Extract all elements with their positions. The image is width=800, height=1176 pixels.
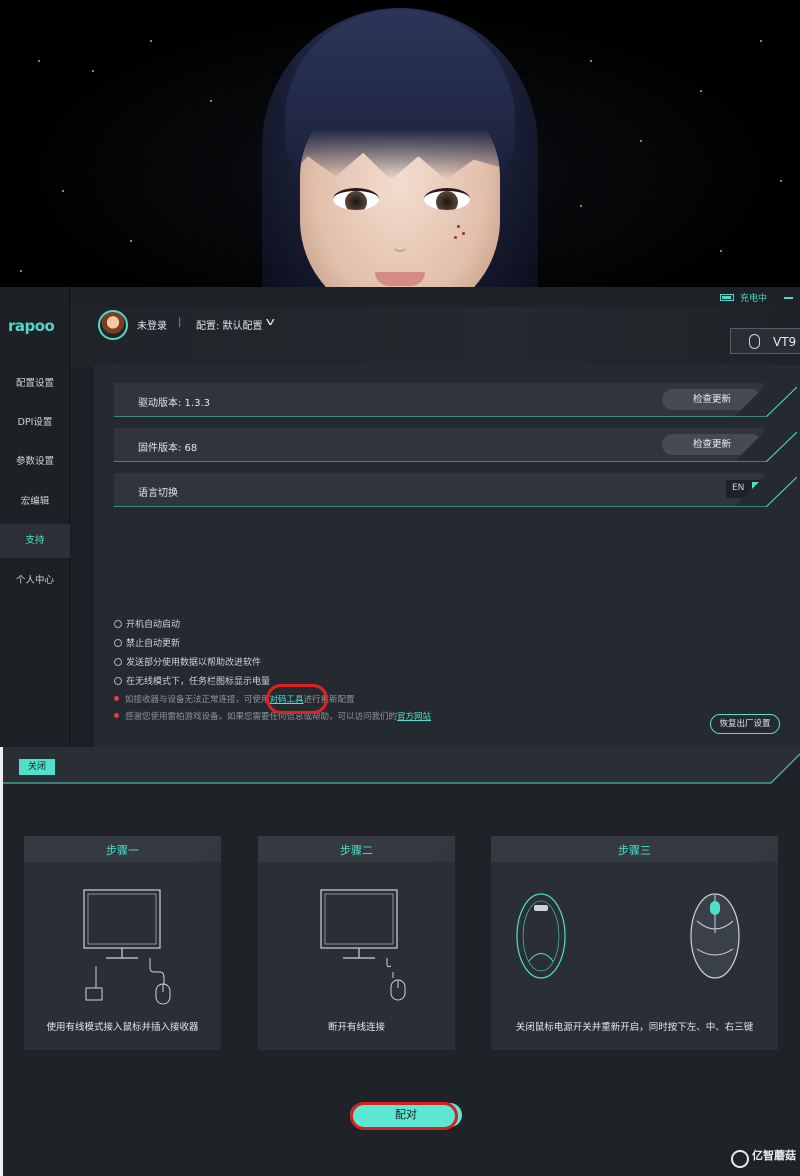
radio-icon[interactable] [114,677,122,685]
option-disable-update[interactable]: 禁止自动更新 [114,636,180,649]
language-label: 语言切换 [138,488,178,499]
check-update-driver-button[interactable]: 检查更新 [662,389,762,410]
check-update-firmware-button[interactable]: 检查更新 [662,434,762,455]
lang-en-option[interactable]: EN [732,483,744,493]
device-tag[interactable]: VT9 [730,328,800,354]
option-battery-in-taskbar[interactable]: 在无线模式下，任务栏图标显示电量 [114,674,270,687]
step-description: 使用有线模式接入鼠标并插入接收器 [46,1022,199,1033]
battery-icon [720,294,734,301]
support-panel: 驱动版本: 1.3.3 检查更新 固件版本: 68 检查更新 语言切换 EN 中… [94,365,800,747]
mouse-icon [749,334,760,349]
hero-portrait-image [0,0,800,287]
firmware-version: 固件版本: 68 [138,443,198,454]
title-bar: 充电中 [0,287,800,307]
step-title: 步骤一 [106,844,139,857]
factory-reset-button[interactable]: 恢复出厂设置 [710,714,780,734]
mouse-power-switch-icon [516,893,740,979]
sidebar-item-config[interactable]: 配置设置 [0,367,70,401]
radio-icon[interactable] [114,658,122,666]
step-description: 断开有线连接 [327,1022,385,1033]
option-auto-start[interactable]: 开机自动启动 [114,617,180,630]
watermark-logo-icon [731,1150,749,1168]
driver-version: 驱动版本: 1.3.3 [138,398,210,409]
profile-selector[interactable]: 配置: 默认配置 [196,317,263,332]
app-window: 充电中 rapoo 配置设置 DPI设置 参数设置 宏编辑 支持 个人中心 未登… [0,287,800,747]
bullet-icon [114,696,119,701]
step-title: 步骤二 [340,844,373,857]
firmware-version-row: 固件版本: 68 检查更新 [114,428,764,462]
language-toggle[interactable]: EN 中 [726,480,770,498]
option-send-usage-data[interactable]: 发送部分使用数据以帮助改进软件 [114,655,261,668]
monitor-unplug-mouse-icon [320,889,406,1001]
step-description: 关闭鼠标电源开关并重新开启，同时按下左、中、右三键 [515,1022,754,1033]
login-status[interactable]: 未登录 [137,317,167,332]
sidebar-item-dpi[interactable]: DPI设置 [0,406,70,440]
device-name: VT9 [773,335,797,349]
step-card-2: 步骤二 断开有线连接 [258,836,455,1050]
sidebar-item-support[interactable]: 支持 [0,524,70,558]
highlight-ring [350,1102,458,1130]
step-card-1: 步骤一 使用有线模式接入鼠标并插入接收器 [24,836,221,1050]
language-row: 语言切换 EN 中 [114,473,764,507]
sidebar: rapoo 配置设置 DPI设置 参数设置 宏编辑 支持 个人中心 [0,287,70,747]
avatar[interactable] [98,310,128,340]
sidebar-item-params[interactable]: 参数设置 [0,445,70,479]
minimize-icon[interactable] [784,297,793,299]
highlight-ring [266,684,328,714]
brand-logo: rapoo [8,317,55,335]
sidebar-item-personal[interactable]: 个人中心 [0,564,70,598]
close-button[interactable]: 关闭 [19,759,55,775]
bullet-icon [114,713,119,718]
step-title: 步骤三 [618,844,651,857]
radio-icon[interactable] [114,620,122,628]
dialog-header-bar [3,747,800,784]
sidebar-item-macro[interactable]: 宏编辑 [0,485,70,519]
header-separator: | [178,317,182,328]
driver-version-row: 驱动版本: 1.3.3 检查更新 [114,383,764,417]
charging-status: 充电中 [740,294,768,304]
lang-zh-option[interactable]: 中 [752,482,766,496]
monitor-receiver-mouse-icon [83,889,171,1005]
step-card-3: 步骤三 关闭鼠标电源开关并重新开启，同时按下左、中、右三键 [491,836,778,1050]
header: 未登录 | 配置: 默认配置 v [70,307,800,367]
radio-icon[interactable] [114,639,122,647]
official-site-link[interactable]: 官方网站 [397,712,431,722]
watermark-text: 亿智蘑菇 [752,1149,796,1162]
chevron-down-icon[interactable]: v [266,315,275,328]
